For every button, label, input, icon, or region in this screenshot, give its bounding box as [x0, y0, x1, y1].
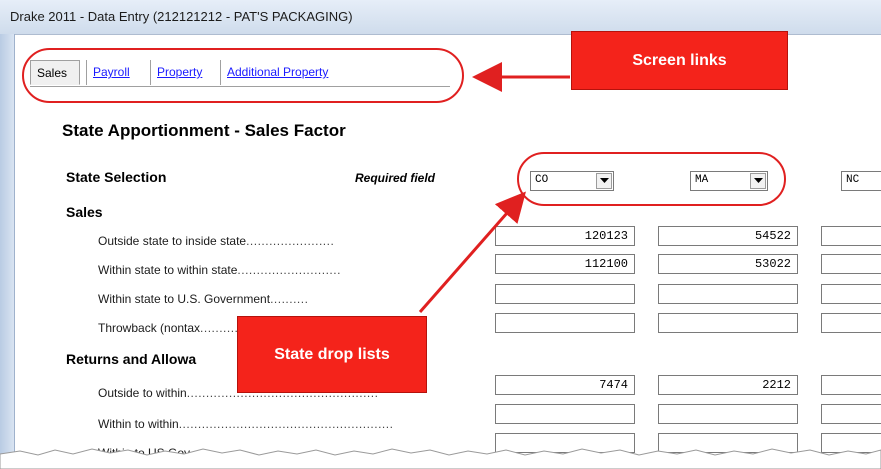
screen-links-callout: Screen links	[571, 31, 788, 90]
state-drop-lists-arrow	[418, 191, 526, 313]
state-drop-lists-callout: State drop lists	[237, 316, 427, 393]
torn-edge	[0, 448, 881, 469]
